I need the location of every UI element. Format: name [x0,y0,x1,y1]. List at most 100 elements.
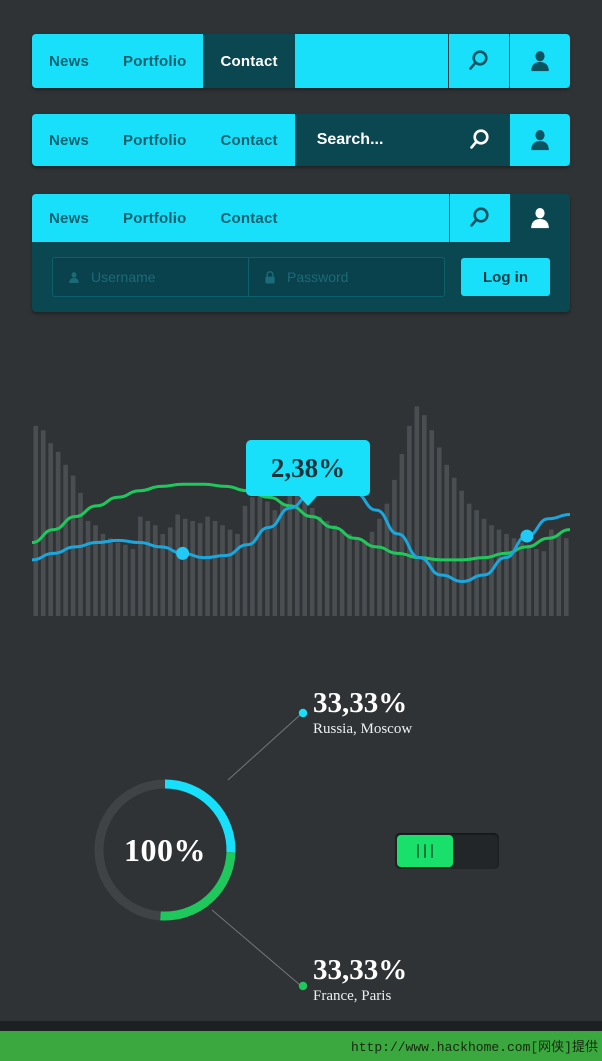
chart-bar [257,492,263,616]
search-icon [470,129,489,149]
nav-links-3: News Portfolio Contact [32,194,295,242]
chart-bar [130,549,136,616]
chart-marker[interactable] [520,529,534,543]
chart-bar [324,520,330,616]
watermark-text: http://www.hackhome.com[网侠]提供 [350,1040,598,1055]
stat-value: 33,33% [313,954,408,986]
chart-bar [429,430,435,616]
toggle-knob[interactable] [397,835,453,867]
chart-bar [287,495,293,616]
chart-bar [227,529,233,616]
chart-bar [496,529,502,616]
chart-bar [392,479,397,616]
account-button-3[interactable] [510,194,570,242]
chart-bar [556,533,562,616]
chart-tooltip-value: 2,38% [270,452,346,483]
chart-bar [414,406,420,616]
nav-links-1: News Portfolio Contact [32,34,295,88]
chart-bar [100,533,106,616]
chart-bar [78,492,83,616]
footer-spacer [0,1021,602,1031]
nav-link-contact-3[interactable]: Contact [203,194,294,242]
chart-bar [280,503,285,616]
user-icon [531,51,549,72]
chart-bar [549,529,554,616]
chart-bar [138,516,143,616]
chart-bar [534,549,539,616]
search-placeholder-2: Search... [316,131,384,148]
nav-link-portfolio-2[interactable]: Portfolio [106,114,203,166]
chart-bar [175,514,181,616]
chart-tooltip[interactable]: 2,38% [246,440,370,506]
donut-center-label: 100% [124,831,206,868]
chart-bar [55,451,61,616]
chart-bar [354,538,360,616]
user-icon [69,271,79,283]
chart-bar [377,518,382,616]
login-button[interactable]: Log in [461,258,550,296]
chart-bar [541,551,547,616]
chart-bar [108,538,113,616]
stat-russia: 33,33% Russia, Moscow [313,688,412,741]
nav-link-contact-2[interactable]: Contact [203,114,294,166]
chart-bar [190,520,195,616]
chart-bar [407,425,412,616]
lock-icon [265,270,275,284]
search-button-1[interactable] [449,34,509,88]
chart-bar [317,516,322,616]
account-button-2[interactable] [510,114,570,166]
stat-label: Russia, Moscow [313,721,413,738]
search-button-2[interactable] [450,114,510,166]
navbar-variant-2: News Portfolio Contact Search... [32,114,570,166]
nav-link-news-1[interactable]: News [32,34,106,88]
chart-bar [205,516,210,616]
chart-bar [220,525,225,616]
stat-label: France, Paris [313,988,392,1005]
nav-link-portfolio-1[interactable]: Portfolio [106,34,203,88]
login-inputs: Username Password [52,257,445,297]
grip-line [431,844,433,858]
chart-bar [182,518,188,616]
nav-link-contact-1[interactable]: Contact [203,34,295,88]
toggle-switch[interactable] [395,833,499,869]
user-icon [531,208,549,229]
chart-bar [167,527,173,616]
nav-link-news-2[interactable]: News [32,114,106,166]
stat-value: 33,33% [313,687,408,719]
chart-bar [115,542,121,616]
chart-bar [33,425,39,616]
chart-bar [250,497,255,616]
chart-bar [265,501,270,616]
chart-bar [444,464,450,616]
chart-bar [504,533,509,616]
password-placeholder: Password [287,269,349,285]
chart-bar [332,525,337,616]
chart-bar [212,520,218,616]
user-icon [531,130,549,151]
nav-filler-3 [294,194,449,242]
username-placeholder: Username [91,269,156,285]
chart-bar [85,520,91,616]
donut-chart: 100% [85,770,245,930]
chart-marker[interactable] [176,546,190,560]
chart-bar [123,544,128,616]
leader-dot-top [298,708,308,718]
chart-bar [347,533,352,616]
nav-link-portfolio-3[interactable]: Portfolio [106,194,203,242]
chart-bar [309,508,315,616]
password-input[interactable]: Password [248,258,444,296]
search-icon [469,50,488,70]
nav-row-3: News Portfolio Contact [32,194,570,242]
login-row: Username Password Log in [32,242,570,312]
chart-bar [563,538,569,616]
search-button-3[interactable] [450,194,510,242]
chart-bar [362,540,367,616]
search-input-2[interactable]: Search... [294,114,450,166]
account-button-1[interactable] [510,34,570,88]
leader-dot-bottom [298,981,308,991]
nav-link-news-3[interactable]: News [32,194,106,242]
username-input[interactable]: Username [53,258,248,296]
grip-line [417,844,419,858]
navbar-variant-3: News Portfolio Contact Username Password… [32,194,570,312]
search-icon [470,207,489,227]
